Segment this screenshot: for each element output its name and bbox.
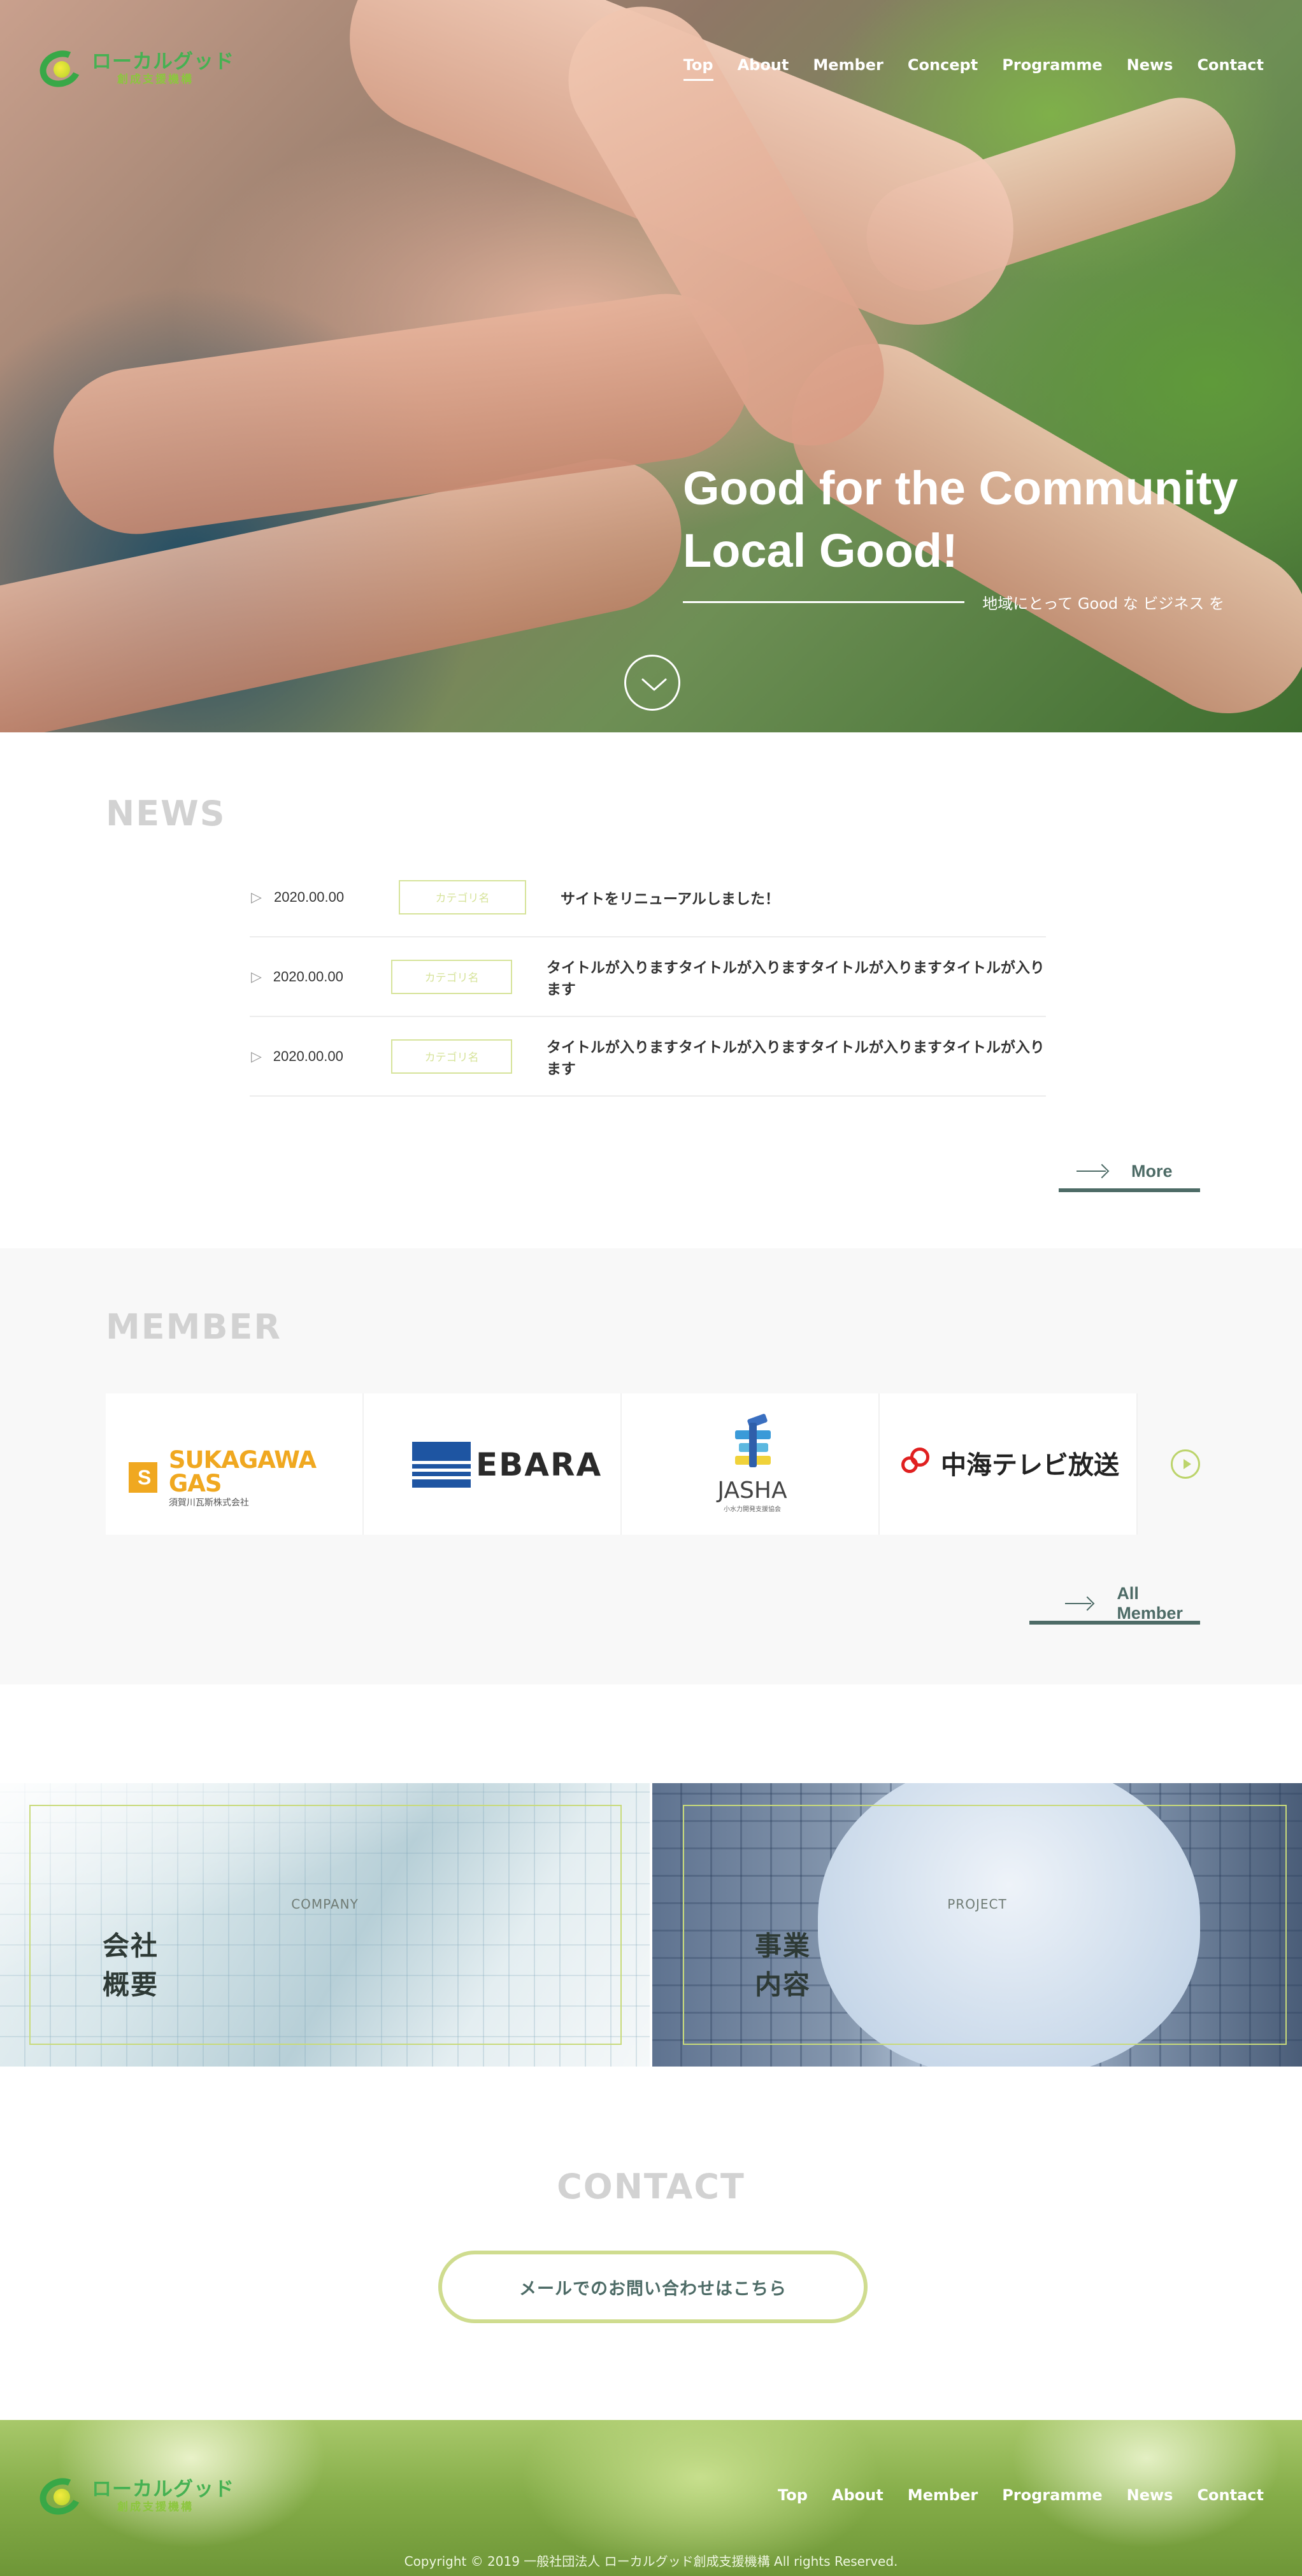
hero-section: ローカルグッド 創成支援機構 Top About Member Concept … bbox=[0, 0, 1302, 732]
contact-mail-label: メールでのお問い合わせはこちら bbox=[519, 2279, 787, 2299]
arrow-right-icon bbox=[1065, 1603, 1092, 1604]
nav-item-contact[interactable]: Contact bbox=[1197, 56, 1264, 81]
member-logo-card[interactable]: JASHA 小水力開発支援協会 bbox=[622, 1393, 880, 1535]
logo-name: ローカルグッド bbox=[92, 50, 234, 73]
member-logo-name: JASHA bbox=[717, 1477, 787, 1504]
all-member-label: All Member bbox=[1117, 1584, 1183, 1623]
company-label-ja: 会社概要 bbox=[102, 1930, 159, 2000]
nav-item-news[interactable]: News bbox=[1127, 56, 1173, 81]
project-label-en: PROJECT bbox=[947, 1896, 1007, 1912]
nav-item-concept[interactable]: Concept bbox=[908, 56, 978, 81]
arrow-right-icon bbox=[1077, 1171, 1106, 1172]
nav-item-top[interactable]: Top bbox=[683, 56, 713, 81]
footer-nav-about[interactable]: About bbox=[832, 2486, 884, 2504]
chevron-down-icon bbox=[641, 678, 667, 691]
member-logo-name: SUKAGAWA GAS bbox=[168, 1446, 317, 1497]
contact-mail-button[interactable]: メールでのお問い合わせはこちら bbox=[438, 2251, 868, 2323]
footer-nav-contact[interactable]: Contact bbox=[1197, 2486, 1264, 2504]
news-title[interactable]: サイトをリニューアルしました！ bbox=[561, 886, 780, 908]
footer-nav-member[interactable]: Member bbox=[908, 2486, 978, 2504]
footer: ローカルグッド 創成支援機構 Top About Member Programm… bbox=[0, 2420, 1302, 2576]
play-triangle-icon: ▷ bbox=[251, 888, 262, 905]
hero-subtitle-rule bbox=[683, 601, 965, 603]
company-panel[interactable]: COMPANY 会社概要 bbox=[0, 1783, 650, 2067]
member-logo-sub: 小水力開発支援協会 bbox=[724, 1506, 781, 1513]
news-date: 2020.00.00 bbox=[273, 1048, 343, 1064]
project-label-ja: 事業内容 bbox=[754, 1930, 811, 2000]
member-logo-name: 中海テレビ放送 bbox=[941, 1451, 1119, 1480]
sukagawa-gas-logo-icon bbox=[129, 1462, 157, 1493]
hero-line-2: Local Good! bbox=[683, 524, 958, 577]
hero-subtitle-text: 地域にとって Good な ビジネス を bbox=[982, 595, 1224, 613]
hero-headline: Good for the Community Local Good! bbox=[683, 457, 1238, 582]
news-date: 2020.00.00 bbox=[274, 888, 345, 905]
nav-item-member[interactable]: Member bbox=[813, 56, 883, 81]
logo-sub: 創成支援機構 bbox=[117, 73, 194, 85]
play-triangle-icon: ▷ bbox=[251, 968, 262, 985]
news-list: ▷ 2020.00.00 カテゴリ名 サイトをリニューアルしました！ ▷ 202… bbox=[250, 858, 1046, 1097]
hero-subtitle: 地域にとって Good な ビジネス を bbox=[683, 591, 1224, 613]
news-more-label: More bbox=[1131, 1161, 1173, 1181]
member-logo-card[interactable]: EBARA bbox=[364, 1393, 622, 1535]
copyright: Copyright © 2019 一般社団法人 ローカルグッド創成支援機構 Al… bbox=[404, 2554, 898, 2569]
nav-item-programme[interactable]: Programme bbox=[1002, 56, 1102, 81]
chukai-tv-logo-icon bbox=[898, 1445, 936, 1481]
news-category-badge: カテゴリ名 bbox=[391, 1039, 512, 1074]
site-logo[interactable]: ローカルグッド 創成支援機構 bbox=[34, 45, 234, 93]
ebara-logo-icon bbox=[412, 1442, 471, 1488]
play-circle-icon[interactable] bbox=[1171, 1449, 1200, 1479]
contact-section-title: CONTACT bbox=[557, 2167, 745, 2207]
news-item[interactable]: ▷ 2020.00.00 カテゴリ名 サイトをリニューアルしました！ bbox=[250, 858, 1046, 937]
news-more-button[interactable]: More bbox=[1059, 1154, 1200, 1192]
member-logo-name: EBARA bbox=[476, 1446, 603, 1483]
jasha-logo-icon bbox=[730, 1413, 775, 1477]
news-title[interactable]: タイトルが入りますタイトルが入りますタイトルが入りますタイトルが入ります bbox=[547, 955, 1046, 999]
play-triangle-icon: ▷ bbox=[251, 1048, 262, 1064]
footer-nav-top[interactable]: Top bbox=[778, 2486, 808, 2504]
footer-nav-news[interactable]: News bbox=[1127, 2486, 1173, 2504]
member-logo-card[interactable]: 中海テレビ放送 bbox=[880, 1393, 1138, 1535]
news-item[interactable]: ▷ 2020.00.00 カテゴリ名 タイトルが入りますタイトルが入りますタイト… bbox=[250, 1017, 1046, 1097]
member-section-title: MEMBER bbox=[106, 1307, 282, 1347]
project-panel[interactable]: PROJECT 事業内容 bbox=[652, 1783, 1302, 2067]
all-member-button[interactable]: All Member bbox=[1029, 1584, 1200, 1625]
member-logo-card[interactable]: SUKAGAWA GAS 須賀川瓦斯株式会社 bbox=[106, 1393, 364, 1535]
logo-mark-icon bbox=[34, 2472, 89, 2521]
news-category-badge: カテゴリ名 bbox=[399, 879, 526, 914]
news-section-title: NEWS bbox=[106, 793, 226, 834]
footer-nav: Top About Member Programme News Contact bbox=[754, 2486, 1264, 2504]
news-title[interactable]: タイトルが入りますタイトルが入りますタイトルが入りますタイトルが入ります bbox=[547, 1035, 1046, 1078]
hero-line-1: Good for the Community bbox=[683, 462, 1238, 515]
logo-name: ローカルグッド bbox=[92, 2478, 234, 2500]
member-logo-carousel: SUKAGAWA GAS 須賀川瓦斯株式会社 EBARA JASHA 小水力開発… bbox=[106, 1393, 1143, 1535]
logo-mark-icon bbox=[34, 45, 89, 93]
member-logo-sub: 須賀川瓦斯株式会社 bbox=[168, 1497, 249, 1507]
company-label-en: COMPANY bbox=[291, 1896, 359, 1912]
news-category-badge: カテゴリ名 bbox=[391, 959, 512, 994]
news-date: 2020.00.00 bbox=[273, 968, 343, 985]
logo-sub: 創成支援機構 bbox=[117, 2501, 194, 2513]
header-nav: Top About Member Concept Programme News … bbox=[659, 56, 1264, 81]
footer-logo[interactable]: ローカルグッド 創成支援機構 bbox=[34, 2472, 234, 2521]
footer-nav-programme[interactable]: Programme bbox=[1002, 2486, 1102, 2504]
news-item[interactable]: ▷ 2020.00.00 カテゴリ名 タイトルが入りますタイトルが入りますタイト… bbox=[250, 937, 1046, 1017]
scroll-down-button[interactable] bbox=[624, 655, 680, 711]
nav-item-about[interactable]: About bbox=[738, 56, 789, 81]
